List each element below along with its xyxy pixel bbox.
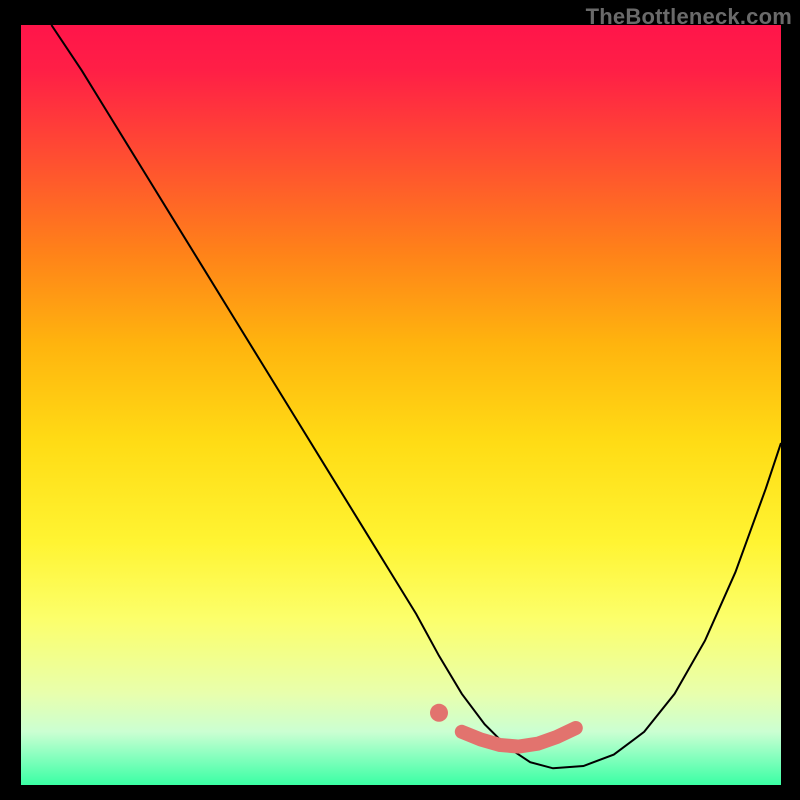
highlight-segment	[462, 728, 576, 747]
chart-container: TheBottleneck.com	[0, 0, 800, 800]
bottleneck-curve	[51, 25, 781, 768]
chart-overlay	[21, 25, 781, 785]
plot-area	[21, 25, 781, 785]
highlight-dot	[430, 704, 448, 722]
